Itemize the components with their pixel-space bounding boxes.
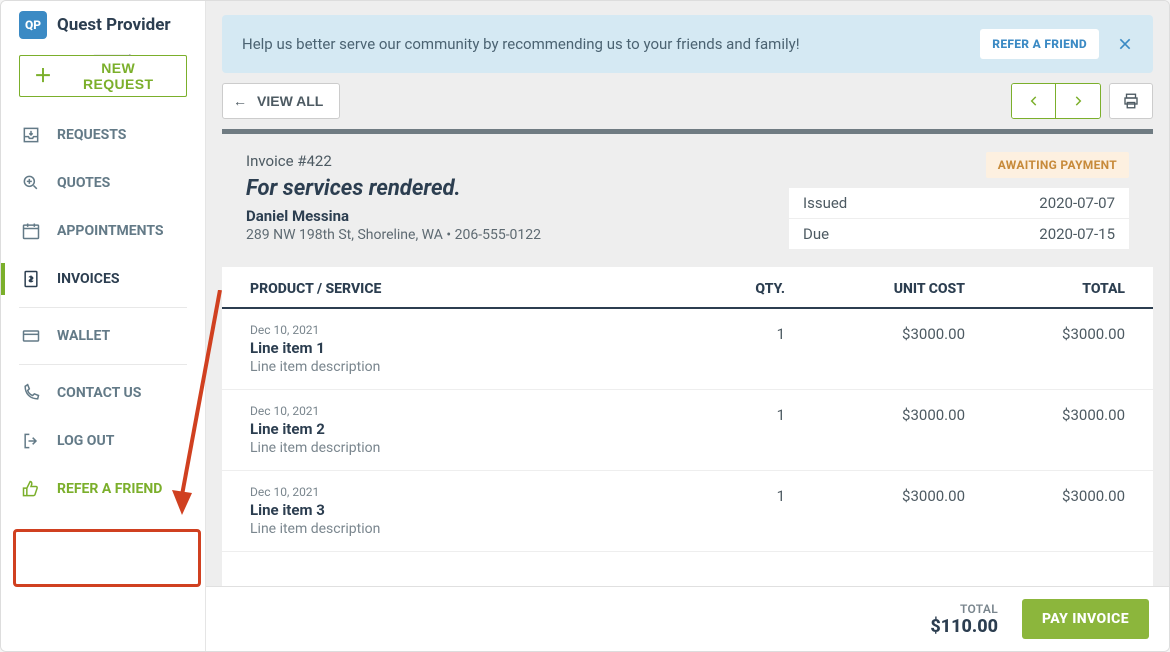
divider [19, 307, 187, 308]
nav-label: APPOINTMENTS [57, 223, 164, 239]
line-desc: Line item description [250, 359, 705, 375]
nav-label: WALLET [57, 328, 110, 344]
sidebar-item-refer[interactable]: REFER A FRIEND [1, 465, 205, 513]
line-date: Dec 10, 2021 [250, 323, 705, 337]
annotation-refer-highlight [13, 529, 201, 587]
banner-text: Help us better serve our community by re… [242, 35, 968, 53]
nav-label: CONTACT US [57, 385, 141, 401]
customer-name: Daniel Messina [246, 207, 769, 225]
table-header: PRODUCT / SERVICE QTY. UNIT COST TOTAL [222, 267, 1153, 309]
invoice-title: For services rendered. [246, 176, 769, 201]
line-desc: Line item description [250, 521, 705, 537]
invoice-number: Invoice #422 [246, 152, 769, 170]
line-date: Dec 10, 2021 [250, 485, 705, 499]
issued-label: Issued [803, 194, 847, 212]
nav-label: REFER A FRIEND [57, 481, 162, 497]
view-all-button[interactable]: ← VIEW ALL [222, 83, 340, 119]
line-qty: 1 [705, 404, 785, 456]
brand-name: Quest Provider [57, 15, 171, 35]
col-product: PRODUCT / SERVICE [250, 281, 705, 297]
arrow-left-icon: ← [233, 93, 247, 109]
table-row: Dec 10, 2021 Line item 1 Line item descr… [222, 309, 1153, 390]
issued-date: 2020-07-07 [1039, 194, 1115, 212]
pay-invoice-button[interactable]: PAY INVOICE [1022, 599, 1149, 639]
line-total: $3000.00 [965, 485, 1125, 537]
toolbar: ← VIEW ALL [222, 83, 1153, 119]
nav-label: QUOTES [57, 175, 110, 191]
sidebar: QP Quest Provider ＋ NEW REQUEST REQUESTS… [1, 1, 206, 651]
line-unit-cost: $3000.00 [785, 404, 965, 456]
line-unit-cost: $3000.00 [785, 323, 965, 375]
status-badge: AWAITING PAYMENT [986, 152, 1129, 178]
card-icon [21, 326, 41, 346]
sidebar-item-quotes[interactable]: QUOTES [1, 159, 205, 207]
line-unit-cost: $3000.00 [785, 485, 965, 537]
line-total: $3000.00 [965, 323, 1125, 375]
total-label: TOTAL [930, 602, 998, 616]
inbox-download-icon [21, 125, 41, 145]
phone-icon [21, 383, 41, 403]
main-area: Help us better serve our community by re… [206, 1, 1169, 651]
divider [19, 364, 187, 365]
total-value: $110.00 [930, 616, 998, 637]
logo-icon: QP [19, 11, 47, 39]
line-name: Line item 1 [250, 339, 705, 357]
footer-bar: TOTAL $110.00 PAY INVOICE [206, 586, 1169, 651]
line-total: $3000.00 [965, 404, 1125, 456]
customer-address: 289 NW 198th St, Shoreline, WA • 206-555… [246, 227, 769, 243]
line-desc: Line item description [250, 440, 705, 456]
nav-label: INVOICES [57, 271, 119, 287]
table-row: Dec 10, 2021 Line item 2 Line item descr… [222, 390, 1153, 471]
line-qty: 1 [705, 485, 785, 537]
quote-search-icon [21, 173, 41, 193]
pager [1011, 83, 1101, 119]
table-row: Dec 10, 2021 Line item 3 Line item descr… [222, 471, 1153, 552]
refer-banner: Help us better serve our community by re… [222, 15, 1153, 73]
sidebar-item-logout[interactable]: LOG OUT [1, 417, 205, 465]
calendar-icon [21, 221, 41, 241]
line-date: Dec 10, 2021 [250, 404, 705, 418]
line-qty: 1 [705, 323, 785, 375]
sidebar-item-requests[interactable]: REQUESTS [1, 111, 205, 159]
dollar-file-icon [21, 269, 41, 289]
thumbs-up-icon [21, 479, 41, 499]
col-qty: QTY. [705, 281, 785, 297]
next-button[interactable] [1056, 84, 1100, 118]
sidebar-item-appointments[interactable]: APPOINTMENTS [1, 207, 205, 255]
col-unit-cost: UNIT COST [785, 281, 965, 297]
close-icon[interactable] [1111, 30, 1139, 58]
due-date: 2020-07-15 [1039, 225, 1115, 243]
invoice-header: Invoice #422 For services rendered. Dani… [222, 134, 1153, 267]
banner-refer-button[interactable]: REFER A FRIEND [980, 29, 1099, 59]
line-name: Line item 3 [250, 501, 705, 519]
plus-icon: ＋ [34, 67, 52, 85]
dates-box: Issued 2020-07-07 Due 2020-07-15 [789, 188, 1129, 249]
new-request-label: NEW REQUEST [64, 60, 172, 92]
logout-icon [21, 431, 41, 451]
sidebar-item-contact[interactable]: CONTACT US [1, 369, 205, 417]
print-button[interactable] [1109, 83, 1153, 119]
sidebar-item-wallet[interactable]: WALLET [1, 312, 205, 360]
sidebar-item-invoices[interactable]: INVOICES [1, 255, 205, 303]
brand-row: QP Quest Provider [1, 11, 205, 55]
prev-button[interactable] [1012, 84, 1056, 118]
due-label: Due [803, 225, 829, 243]
view-all-label: VIEW ALL [257, 93, 323, 109]
col-total: TOTAL [965, 281, 1125, 297]
new-request-button[interactable]: ＋ NEW REQUEST [19, 55, 187, 97]
nav-label: LOG OUT [57, 433, 114, 449]
nav-label: REQUESTS [57, 127, 126, 143]
line-name: Line item 2 [250, 420, 705, 438]
